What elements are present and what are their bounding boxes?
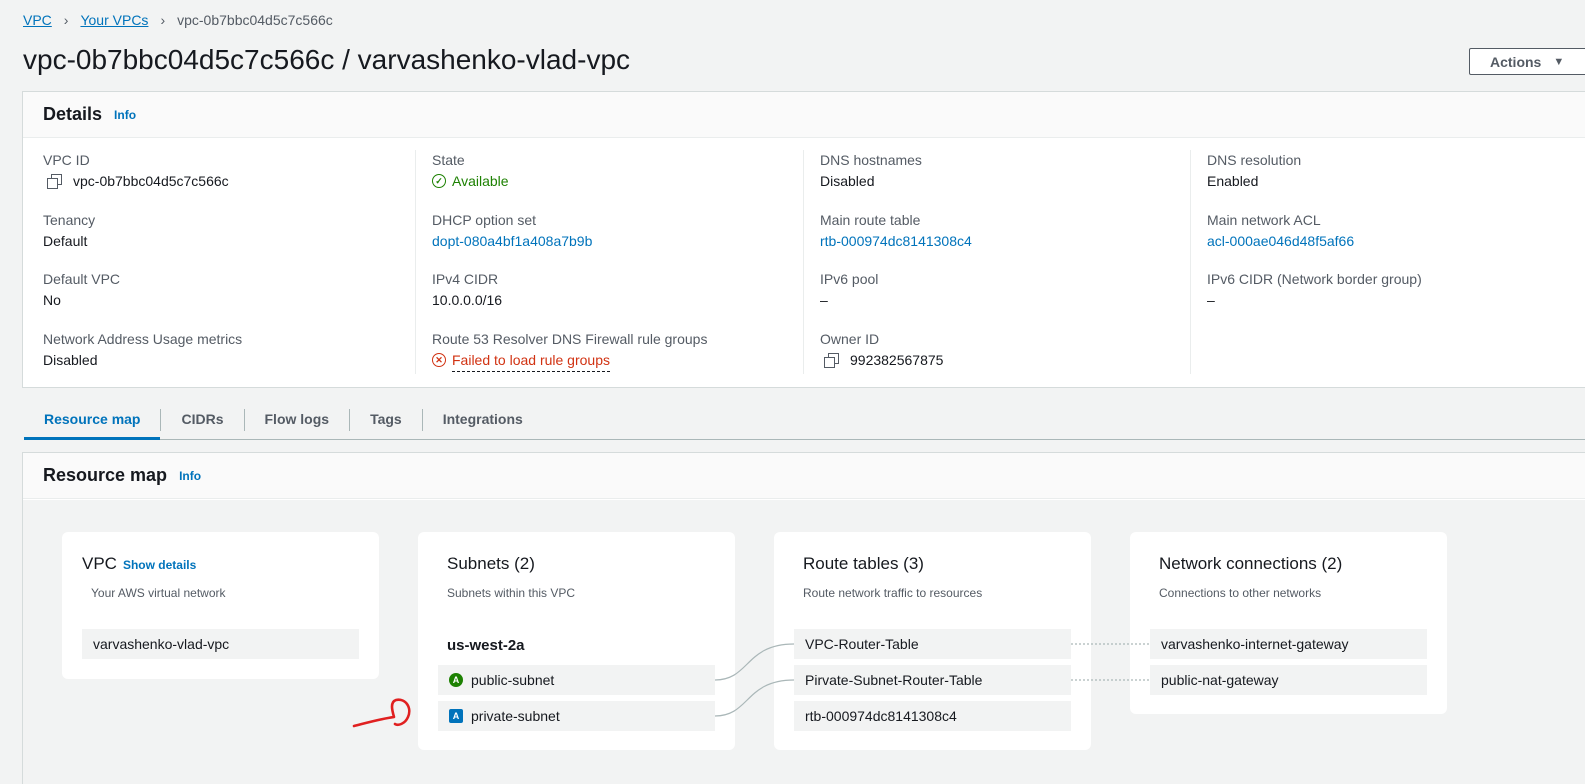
resource-map-connectors (714, 643, 1150, 717)
connector-line (714, 643, 795, 681)
connector-line (714, 679, 795, 717)
annotation-arrow (352, 698, 411, 728)
